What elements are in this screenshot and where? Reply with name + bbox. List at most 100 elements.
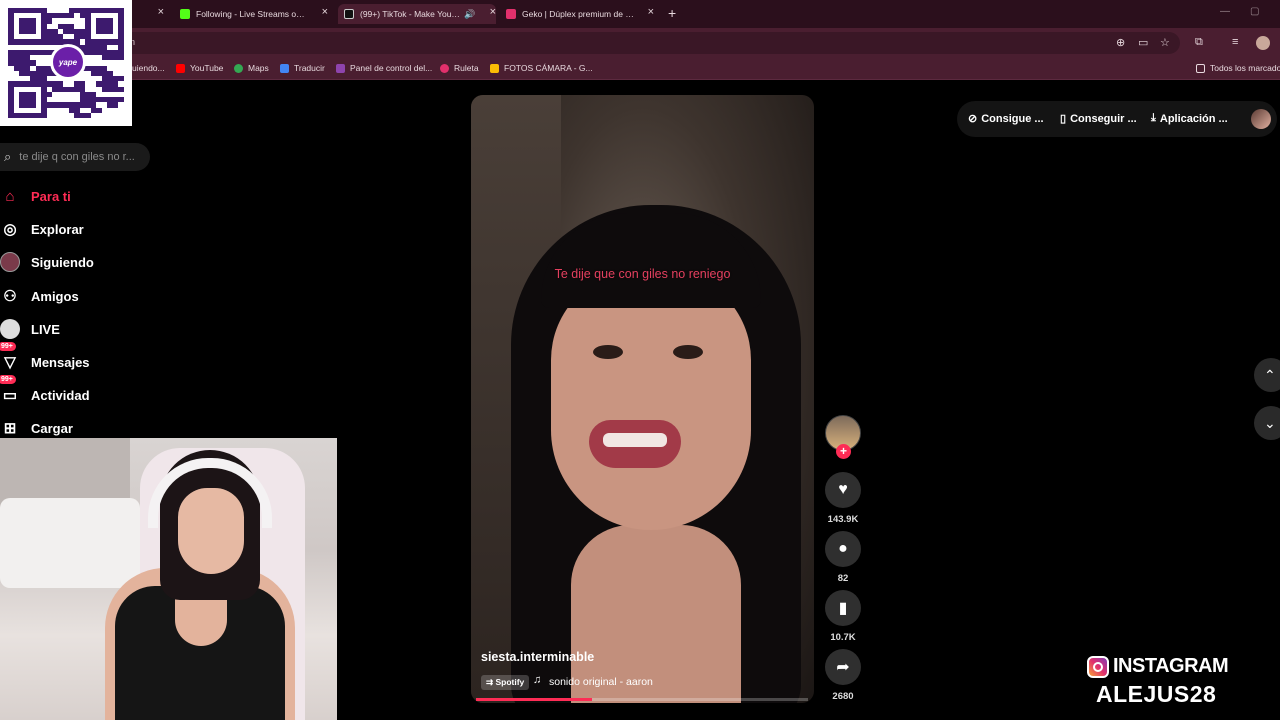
upload-icon: ⊞ [3, 420, 17, 437]
maps-icon [234, 63, 243, 73]
save-count: 10.7K [830, 632, 856, 643]
nav-label: LIVE [31, 321, 60, 337]
bookmark-label: uiendo... [132, 63, 165, 73]
nav-live[interactable]: LIVE [0, 318, 60, 340]
get-coins-button[interactable]: ⊘ Consigue ... [968, 112, 1044, 126]
nav-explorar[interactable]: ◎ Explorar [0, 218, 84, 240]
url-field[interactable]: n [120, 32, 1180, 54]
bookmark-ruleta[interactable]: Ruleta [440, 63, 479, 73]
phone-icon: ▯ [1060, 113, 1067, 125]
nav-actividad[interactable]: ▭ 99+ Actividad [0, 375, 90, 406]
nav-label: Explorar [31, 221, 84, 237]
friends-icon: ⚇ [3, 288, 17, 305]
chevron-up-icon: ⌃ [1264, 366, 1276, 383]
twitch-icon [336, 63, 345, 73]
follow-plus-icon[interactable]: + [836, 444, 851, 459]
speaker-icon[interactable]: 🔊 [464, 9, 475, 20]
video-face [551, 270, 751, 530]
wheel-icon [440, 63, 449, 73]
bookmark-item[interactable]: uiendo... [132, 63, 165, 73]
tab-geko[interactable]: Geko | Dúplex premium de 2 d × [506, 4, 654, 24]
video-progress-bar[interactable] [476, 698, 808, 701]
coin-icon: ⊘ [968, 113, 978, 125]
geko-favicon-icon [506, 9, 516, 19]
tab-close-icon[interactable]: × [158, 6, 164, 18]
bookmark-label: Ruleta [454, 63, 479, 73]
sound-name[interactable]: sonido original - aaron [549, 676, 653, 688]
nav-label: Actividad [31, 387, 90, 403]
download-app-button[interactable]: ⤓ Aplicación ... [1151, 112, 1228, 125]
bookmark-fotos[interactable]: FOTOS CÁMARA - G... [490, 63, 593, 73]
video-caption: Te dije que con giles no reniego [554, 267, 731, 281]
bookmark-label: YouTube [190, 63, 224, 73]
notification-badge: 99+ [0, 375, 16, 384]
video-player[interactable]: Te dije que con giles no reniego siesta.… [471, 95, 814, 703]
maximize-icon[interactable]: ▢ [1250, 6, 1259, 17]
bookmark-youtube[interactable]: YouTube [176, 63, 223, 73]
all-bookmarks[interactable]: Todos los marcado [1196, 63, 1280, 73]
youtube-icon [176, 63, 185, 73]
search-bar[interactable]: ⌕ te dije q con giles no r... [0, 143, 150, 171]
tab-kick[interactable]: Following - Live Streams on Ki × [180, 4, 328, 24]
nav-label: Amigos [31, 288, 79, 304]
minimize-icon[interactable]: — [1220, 6, 1230, 17]
tab-partial[interactable]: × [140, 4, 164, 24]
share-button[interactable]: ➦ [825, 649, 861, 685]
tab-title: Geko | Dúplex premium de 2 d [522, 9, 634, 19]
bookmark-maps[interactable]: Maps [234, 63, 269, 73]
nav-mensajes[interactable]: ▽ 99+ Mensajes [0, 342, 90, 373]
address-bar: n [0, 28, 1280, 58]
bookmark-label: Todos los marcado [1210, 63, 1280, 73]
folder-icon [1196, 63, 1205, 73]
profile-avatar[interactable] [1256, 36, 1270, 50]
cast-icon[interactable]: ▭ [1138, 36, 1148, 49]
yape-logo: yape [50, 44, 86, 80]
nav-siguiendo[interactable]: Siguiendo [0, 251, 94, 273]
extensions-icon[interactable]: ⧉ [1195, 36, 1203, 49]
previous-video-button[interactable]: ⌃ [1254, 358, 1280, 392]
tab-close-icon[interactable]: × [648, 6, 654, 18]
nav-amigos[interactable]: ⚇ Amigos [0, 285, 79, 307]
tab-close-icon[interactable]: × [490, 6, 496, 18]
save-button[interactable]: ▮ [825, 590, 861, 626]
heart-icon: ♥ [838, 481, 848, 498]
nav-para-ti[interactable]: ⌂ Para ti [0, 185, 70, 207]
yape-qr-code: yape [0, 0, 132, 126]
live-icon [0, 319, 20, 339]
next-video-button[interactable]: ⌄ [1254, 406, 1280, 440]
nav-label: Cargar [31, 420, 73, 436]
like-button[interactable]: ♥ [825, 472, 861, 508]
spotify-label: Spotify [495, 677, 525, 687]
bookmark-label: Traducir [294, 63, 325, 73]
chevron-down-icon: ⌄ [1264, 414, 1276, 431]
video-eye [673, 345, 703, 359]
share-count: 2680 [832, 691, 854, 702]
bookmark-star-icon[interactable]: ☆ [1160, 36, 1170, 49]
cam-bed [0, 498, 140, 588]
tab-title: Following - Live Streams on Ki [196, 9, 308, 19]
video-eye [593, 345, 623, 359]
browser-tab-bar: × Following - Live Streams on Ki × (99+)… [0, 0, 1280, 28]
bookmark-label: Maps [248, 63, 269, 73]
btn-label: Consigue ... [981, 112, 1044, 125]
nav-cargar[interactable]: ⊞ Cargar [0, 417, 73, 439]
instagram-username: ALEJUS28 [1096, 681, 1217, 707]
comment-button[interactable]: ● [825, 531, 861, 567]
tab-close-icon[interactable]: × [322, 6, 328, 18]
get-app-button[interactable]: ▯ Conseguir ... [1060, 112, 1137, 126]
bookmark-panel[interactable]: Panel de control del... [336, 63, 432, 73]
new-tab-button[interactable]: + [668, 5, 676, 21]
menu-lines-icon[interactable]: ≡ [1232, 36, 1238, 48]
bookmark-label: Panel de control del... [350, 63, 433, 73]
user-avatar[interactable] [1251, 109, 1271, 129]
bookmark-translate[interactable]: Traducir [280, 63, 325, 73]
home-icon: ⌂ [5, 187, 15, 205]
instagram-icon [1087, 655, 1109, 678]
tab-tiktok[interactable]: (99+) TikTok - Make Your Da 🔊 × [338, 4, 496, 24]
spotify-tag[interactable]: ⇉ Spotify [481, 675, 530, 690]
search-input[interactable]: te dije q con giles no r... [19, 151, 139, 163]
video-author[interactable]: siesta.interminable [481, 650, 594, 664]
share-icon: ➦ [836, 659, 850, 676]
zoom-icon[interactable]: ⊕ [1116, 36, 1125, 49]
activity-icon: ▭ 99+ [0, 375, 20, 405]
